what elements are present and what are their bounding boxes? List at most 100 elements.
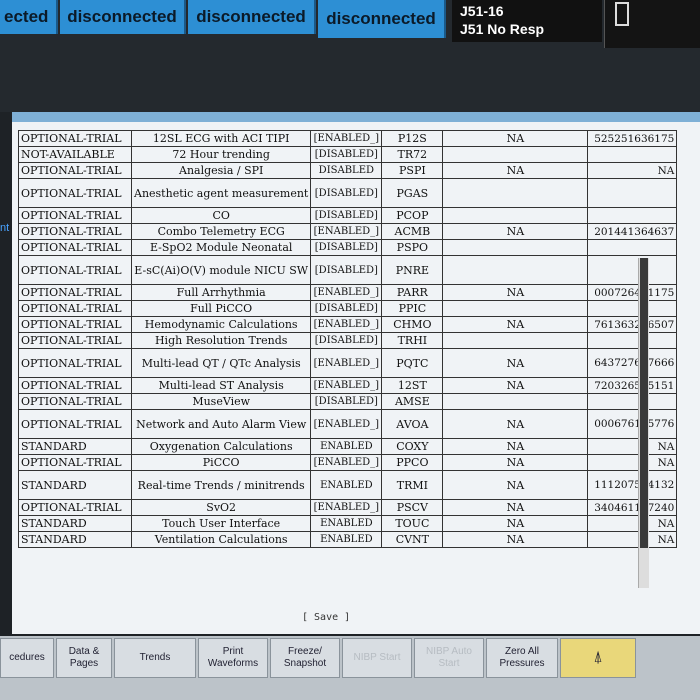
option-code: PCOP (381, 207, 444, 224)
option-key: NA (587, 454, 678, 471)
option-status: OPTIONAL-TRIAL (18, 178, 132, 208)
option-code: PSPO (381, 239, 444, 256)
option-status: OPTIONAL-TRIAL (18, 454, 132, 471)
option-name: PiCCO (130, 454, 312, 471)
option-expiry: NA (442, 130, 589, 147)
option-state: [ENABLED_] (310, 223, 383, 240)
option-state: [DISABLED] (310, 146, 383, 163)
alarm-message-box[interactable]: J51-16 J51 No Resp (452, 0, 602, 42)
option-expiry: NA (442, 316, 589, 333)
procedures-button[interactable]: cedures (0, 638, 54, 678)
option-state: [DISABLED] (310, 239, 383, 256)
option-expiry: NA (442, 377, 589, 394)
table-row[interactable]: OPTIONAL-TRIAL E-SpO2 Module Neonatal [DIS… (18, 239, 678, 256)
table-row[interactable]: STANDARD Oxygenation Calculations ENABLED C… (18, 438, 678, 455)
option-state: [DISABLED] (310, 332, 383, 349)
connection-button-2[interactable]: disconnected (188, 0, 316, 34)
option-name: E-sC(Ai)O(V) module NICU SW (130, 255, 312, 285)
option-expiry (442, 239, 589, 256)
table-row[interactable]: NOT-AVAILABLE 72 Hour trending [DISABLED] T… (18, 146, 678, 163)
option-expiry: NA (442, 454, 589, 471)
option-status: OPTIONAL-TRIAL (18, 130, 132, 147)
table-row[interactable]: OPTIONAL-TRIAL Analgesia / SPI DISABLED PSP… (18, 162, 678, 179)
option-expiry: NA (442, 409, 589, 439)
option-state: [DISABLED] (310, 300, 383, 317)
option-status: OPTIONAL-TRIAL (18, 284, 132, 301)
connection-button-1[interactable]: disconnected (60, 0, 186, 34)
option-expiry: NA (442, 470, 589, 500)
bottom-toolbar: cedures Data & Pages Trends Print Wavefo… (0, 636, 700, 700)
option-key (587, 207, 678, 224)
option-name: Ventilation Calculations (130, 531, 312, 548)
option-key: 201441364637 (587, 223, 678, 240)
table-row[interactable]: OPTIONAL-TRIAL Full Arrhythmia [ENABLED_] P… (18, 284, 678, 301)
option-state: [ENABLED_] (310, 499, 383, 516)
table-row[interactable]: OPTIONAL-TRIAL SvO2 [ENABLED_] PSCV NA 340461… (18, 499, 678, 516)
option-name: MuseView (130, 393, 312, 410)
option-expiry (442, 300, 589, 317)
option-state: [ENABLED_] (310, 409, 383, 439)
nibp-start-button[interactable]: NIBP Start (342, 638, 412, 678)
table-row[interactable]: OPTIONAL-TRIAL Combo Telemetry ECG [ENABLE… (18, 223, 678, 240)
option-state: [DISABLED] (310, 178, 383, 208)
trends-button[interactable]: Trends (114, 638, 196, 678)
option-key (587, 146, 678, 163)
option-code: PNRE (381, 255, 444, 285)
option-key (587, 393, 678, 410)
table-row[interactable]: OPTIONAL-TRIAL Multi-lead QT / QTc Analys… (18, 348, 678, 378)
scrollbar-thumb[interactable] (640, 258, 648, 548)
scrollbar[interactable] (638, 258, 649, 588)
table-row[interactable]: OPTIONAL-TRIAL Network and Auto Alarm Vie… (18, 409, 678, 439)
table-row[interactable]: OPTIONAL-TRIAL Hemodynamic Calculations [E… (18, 316, 678, 333)
option-expiry: NA (442, 284, 589, 301)
save-button[interactable]: [ Save ] (302, 612, 350, 623)
connection-button-3[interactable]: disconnected (318, 0, 446, 38)
table-row[interactable]: OPTIONAL-TRIAL E-sC(Ai)O(V) module NICU S… (18, 255, 678, 285)
option-code: ACMB (381, 223, 444, 240)
table-row[interactable]: OPTIONAL-TRIAL High Resolution Trends [DIS… (18, 332, 678, 349)
table-row[interactable]: OPTIONAL-TRIAL CO [DISABLED] PCOP (18, 207, 678, 224)
option-key: 720326575151 (587, 377, 678, 394)
table-row[interactable]: STANDARD Ventilation Calculations ENABLED C… (18, 531, 678, 548)
option-name: 12SL ECG with ACI TIPI (130, 130, 312, 147)
option-name: 72 Hour trending (130, 146, 312, 163)
table-row[interactable]: STANDARD Touch User Interface ENABLED TOUC N… (18, 515, 678, 532)
option-code: PSCV (381, 499, 444, 516)
option-state: [DISABLED] (310, 207, 383, 224)
option-state: [ENABLED_] (310, 284, 383, 301)
nibp-auto-start-button[interactable]: NIBP Auto Start (414, 638, 484, 678)
option-status: OPTIONAL-TRIAL (18, 162, 132, 179)
option-status: OPTIONAL-TRIAL (18, 255, 132, 285)
table-row[interactable]: OPTIONAL-TRIAL PiCCO [ENABLED_] PPCO NA NA (18, 454, 678, 471)
table-row[interactable]: OPTIONAL-TRIAL 12SL ECG with ACI TIPI [ENA… (18, 130, 678, 147)
table-row[interactable]: OPTIONAL-TRIAL Multi-lead ST Analysis [ENA… (18, 377, 678, 394)
options-panel: OPTIONAL-TRIAL 12SL ECG with ACI TIPI [ENA… (12, 112, 700, 634)
option-state: [DISABLED] (310, 255, 383, 285)
table-row[interactable]: OPTIONAL-TRIAL Full PiCCO [DISABLED] PPIC (18, 300, 678, 317)
option-key: 340461177240 (587, 499, 678, 516)
option-name: Network and Auto Alarm View (130, 409, 312, 439)
option-status: OPTIONAL-TRIAL (18, 348, 132, 378)
option-expiry (442, 332, 589, 349)
option-status: STANDARD (18, 515, 132, 532)
data-pages-button[interactable]: Data & Pages (56, 638, 112, 678)
zero-all-pressures-button[interactable]: Zero All Pressures (486, 638, 558, 678)
table-row[interactable]: OPTIONAL-TRIAL MuseView [DISABLED] AMSE (18, 393, 678, 410)
bell-icon: ⍋ (593, 649, 603, 666)
option-name: Real-time Trends / minitrends (130, 470, 312, 500)
table-row[interactable]: STANDARD Real-time Trends / minitrends ENA… (18, 470, 678, 500)
option-name: Multi-lead ST Analysis (130, 377, 312, 394)
connection-button-partial[interactable]: ected (0, 0, 58, 34)
alarm-bell-button[interactable]: ⍋ (560, 638, 636, 678)
option-state: [ENABLED_] (310, 377, 383, 394)
option-code: TRHI (381, 332, 444, 349)
print-waveforms-button[interactable]: Print Waveforms (198, 638, 268, 678)
option-name: Multi-lead QT / QTc Analysis (130, 348, 312, 378)
table-row[interactable]: OPTIONAL-TRIAL Anesthetic agent measureme… (18, 178, 678, 208)
freeze-snapshot-button[interactable]: Freeze/ Snapshot (270, 638, 340, 678)
option-code: TR72 (381, 146, 444, 163)
option-expiry: NA (442, 531, 589, 548)
option-code: P12S (381, 130, 444, 147)
option-key: NA (587, 162, 678, 179)
option-key: 000676175776 (587, 409, 678, 439)
